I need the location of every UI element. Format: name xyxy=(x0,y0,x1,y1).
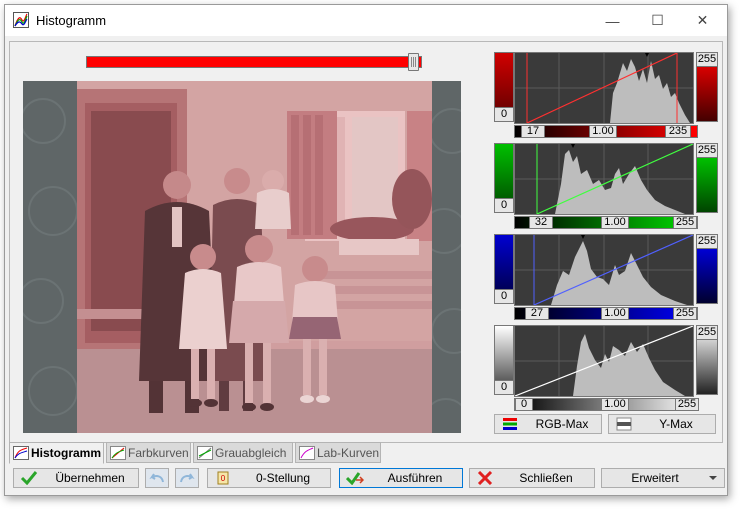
red-gamma[interactable]: 1.00 xyxy=(589,125,617,138)
green-histogram[interactable] xyxy=(514,143,694,215)
svg-text:0: 0 xyxy=(221,474,226,483)
execute-check-icon xyxy=(346,472,364,485)
extended-label: Erweitert xyxy=(631,471,679,485)
tab-lab-kurven[interactable]: Lab-Kurven xyxy=(295,442,381,463)
checkmark-icon xyxy=(20,471,38,485)
histogram-app-icon xyxy=(13,12,29,28)
green-gamma[interactable]: 1.00 xyxy=(601,216,629,229)
blue-input-levels-bar[interactable]: 27 1.00 255 xyxy=(514,307,698,320)
undo-button[interactable] xyxy=(145,468,169,488)
green-output-low-bar[interactable]: 0 xyxy=(494,143,514,213)
watermark-pattern-right xyxy=(432,108,461,407)
blue-gamma[interactable]: 1.00 xyxy=(601,307,629,320)
rgb-max-button[interactable]: RGB-Max xyxy=(494,414,602,434)
blue-low-value: 0 xyxy=(494,289,514,304)
y-max-button[interactable]: Y-Max xyxy=(608,414,716,434)
blue-input-low[interactable]: 27 xyxy=(525,307,549,320)
watermark-pattern-left xyxy=(23,98,77,416)
gray-output-low-bar[interactable]: 0 xyxy=(494,325,514,395)
histogram-tab-icon xyxy=(13,446,29,460)
color-curves-tab-icon xyxy=(110,445,126,460)
main-content: 0 255 17 1.00 235 0 255 32 1.00 255 0 25… xyxy=(9,41,723,443)
tab-lab-kurven-label: Lab-Kurven xyxy=(317,445,380,460)
green-low-value: 0 xyxy=(494,198,514,213)
redo-button[interactable] xyxy=(175,468,199,488)
minimize-icon: — xyxy=(605,12,620,29)
reset-zero-label: 0-Stellung xyxy=(255,471,311,485)
window-title: Histogramm xyxy=(36,13,107,28)
green-output-high-bar[interactable]: 255 xyxy=(696,143,718,213)
close-dialog-button[interactable]: Schließen xyxy=(469,468,595,488)
zero-position-icon: 0 xyxy=(217,471,229,485)
intensity-slider-track[interactable] xyxy=(86,56,422,68)
histogram-window: Histogramm — ☐ ✕ 0 255 17 1.00 235 0 255… xyxy=(4,4,728,496)
red-low-value: 0 xyxy=(494,107,514,122)
green-high-value: 255 xyxy=(696,143,718,158)
red-output-high-bar[interactable]: 255 xyxy=(696,52,718,122)
gray-high-value: 255 xyxy=(696,325,718,340)
tab-farbkurven-label: Farbkurven xyxy=(128,445,189,460)
preview-area xyxy=(23,81,461,433)
gray-input-levels-bar[interactable]: 0 1.00 255 xyxy=(514,398,699,411)
red-high-value: 255 xyxy=(696,52,718,67)
preview-photo[interactable] xyxy=(77,81,432,433)
tab-histogramm-label: Histogramm xyxy=(31,446,102,460)
blue-input-high[interactable]: 255 xyxy=(673,307,697,320)
close-window-button[interactable]: ✕ xyxy=(680,5,725,36)
y-max-label: Y-Max xyxy=(659,417,693,431)
red-input-low[interactable]: 17 xyxy=(521,125,545,138)
red-histogram[interactable] xyxy=(514,52,694,124)
chevron-down-icon xyxy=(709,476,717,480)
maximize-icon: ☐ xyxy=(651,12,664,28)
lab-curves-tab-icon xyxy=(299,445,315,460)
tab-farbkurven[interactable]: Farbkurven xyxy=(106,442,191,463)
reset-zero-button[interactable]: 0 0-Stellung xyxy=(207,468,331,488)
gray-gamma[interactable]: 1.00 xyxy=(601,398,629,411)
red-output-low-bar[interactable]: 0 xyxy=(494,52,514,122)
maximize-button[interactable]: ☐ xyxy=(635,5,680,36)
close-x-icon xyxy=(477,471,493,485)
gray-input-high[interactable]: 255 xyxy=(675,398,699,411)
extended-dropdown-button[interactable]: Erweitert xyxy=(601,468,725,488)
gray-balance-tab-icon xyxy=(197,445,213,460)
minimize-button[interactable]: — xyxy=(590,5,635,36)
execute-button[interactable]: Ausführen xyxy=(339,468,463,488)
intensity-slider-thumb[interactable] xyxy=(408,53,419,71)
green-input-high[interactable]: 255 xyxy=(673,216,697,229)
execute-label: Ausführen xyxy=(387,471,443,485)
luminance-histogram[interactable] xyxy=(514,325,694,397)
green-input-levels-bar[interactable]: 32 1.00 255 xyxy=(514,216,698,229)
apply-button[interactable]: Übernehmen xyxy=(13,468,139,488)
blue-histogram[interactable] xyxy=(514,234,694,306)
tab-histogramm[interactable]: Histogramm xyxy=(9,442,104,464)
close-icon: ✕ xyxy=(696,12,709,28)
gray-output-high-bar[interactable]: 255 xyxy=(696,325,718,395)
blue-output-low-bar[interactable]: 0 xyxy=(494,234,514,304)
gray-input-low[interactable]: 0 xyxy=(515,398,533,411)
green-input-low[interactable]: 32 xyxy=(529,216,553,229)
tab-grauabgleich[interactable]: Grauabgleich xyxy=(193,442,293,463)
bottom-toolbar: Übernehmen 0 0-Stellung Ausführen Schlie… xyxy=(9,464,725,491)
redo-arrow-icon xyxy=(180,473,195,483)
apply-label: Übernehmen xyxy=(55,471,125,485)
rgb-max-label: RGB-Max xyxy=(535,417,589,431)
blue-output-high-bar[interactable]: 255 xyxy=(696,234,718,304)
red-input-levels-bar[interactable]: 17 1.00 235 xyxy=(514,125,698,138)
red-input-high[interactable]: 235 xyxy=(665,125,691,138)
blue-high-value: 255 xyxy=(696,234,718,249)
luminance-icon xyxy=(616,417,632,431)
undo-arrow-icon xyxy=(149,473,164,483)
title-bar: Histogramm — ☐ ✕ xyxy=(5,5,727,36)
rgb-icon xyxy=(503,418,517,430)
close-dialog-label: Schließen xyxy=(519,471,573,485)
tab-grauabgleich-label: Grauabgleich xyxy=(215,445,287,460)
gray-low-value: 0 xyxy=(494,380,514,395)
